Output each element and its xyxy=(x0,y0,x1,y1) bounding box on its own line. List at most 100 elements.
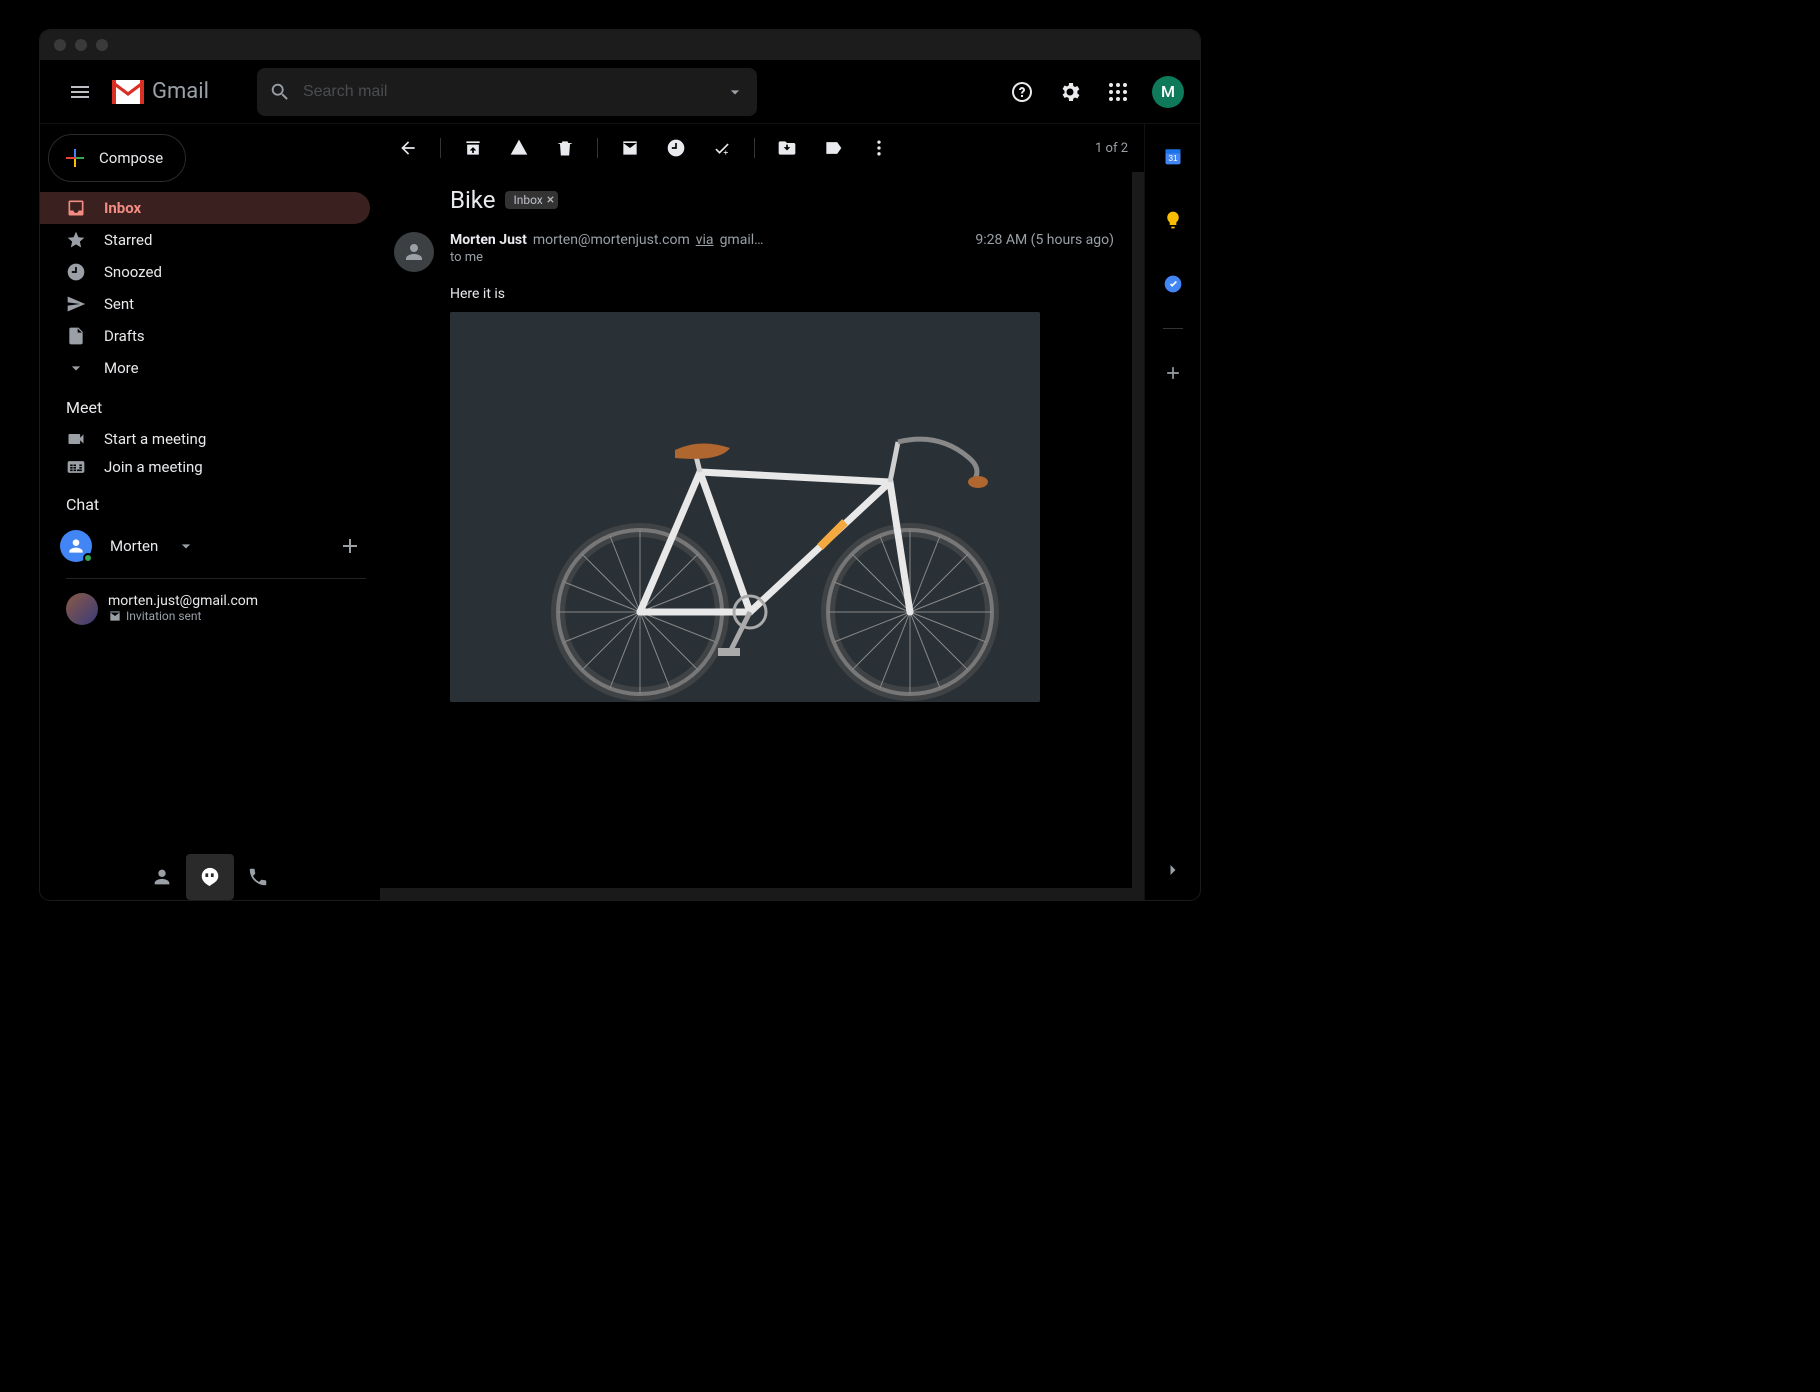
sidebar-item-label: Starred xyxy=(104,231,152,249)
via-domain: gmail… xyxy=(720,232,764,248)
gear-icon xyxy=(1058,80,1082,104)
more-button[interactable] xyxy=(859,128,899,168)
sidebar-item-inbox[interactable]: Inbox xyxy=(40,192,370,224)
header: Gmail M xyxy=(40,60,1200,124)
apps-button[interactable] xyxy=(1098,72,1138,112)
chat-contact[interactable]: Morten xyxy=(40,522,380,570)
attached-image[interactable] xyxy=(450,312,1040,702)
to-line[interactable]: to me xyxy=(450,250,1144,265)
contact-avatar xyxy=(60,530,92,562)
inbox-icon xyxy=(66,198,86,218)
sidebar-item-starred[interactable]: Starred xyxy=(40,224,370,256)
window-close-dot[interactable] xyxy=(54,39,66,51)
search-icon xyxy=(269,81,291,103)
contacts-tab[interactable] xyxy=(138,854,186,900)
remove-label-button[interactable]: × xyxy=(547,193,554,207)
calendar-icon: 31 xyxy=(1163,146,1183,166)
via-text[interactable]: via xyxy=(696,232,714,248)
videocam-icon xyxy=(66,429,86,449)
window-minimize-dot[interactable] xyxy=(75,39,87,51)
person-icon xyxy=(66,536,86,556)
labels-button[interactable] xyxy=(813,128,853,168)
tasks-addon[interactable] xyxy=(1153,264,1193,304)
clock-icon xyxy=(666,138,686,158)
sidebar-item-label: Snoozed xyxy=(104,263,162,281)
toolbar: 1 of 2 xyxy=(380,124,1144,172)
add-task-button[interactable] xyxy=(702,128,742,168)
sidebar-item-snoozed[interactable]: Snoozed xyxy=(40,256,370,288)
content: 1 of 2 Bike Inbox × xyxy=(380,124,1144,900)
svg-text:31: 31 xyxy=(1168,153,1178,163)
snooze-button[interactable] xyxy=(656,128,696,168)
search-input[interactable] xyxy=(303,83,713,101)
apps-grid-icon xyxy=(1106,80,1130,104)
delete-button[interactable] xyxy=(545,128,585,168)
get-addons-button[interactable] xyxy=(1153,353,1193,393)
plus-icon xyxy=(1163,363,1183,383)
calendar-addon[interactable]: 31 xyxy=(1153,136,1193,176)
calls-tab[interactable] xyxy=(234,854,282,900)
new-chat-button[interactable] xyxy=(330,526,370,566)
sender-avatar[interactable] xyxy=(394,232,434,272)
main: 1 of 2 Bike Inbox × xyxy=(380,124,1200,900)
search-dropdown-icon[interactable] xyxy=(725,82,745,102)
chevron-down-icon[interactable] xyxy=(176,536,196,556)
plus-icon xyxy=(338,534,362,558)
thread: Bike Inbox × Morten Just xyxy=(380,172,1144,702)
sidebar-item-drafts[interactable]: Drafts xyxy=(40,320,370,352)
divider xyxy=(66,578,366,579)
main-menu-button[interactable] xyxy=(56,68,104,116)
search-bar[interactable] xyxy=(257,68,757,116)
vertical-scrollbar[interactable] xyxy=(1132,172,1144,900)
side-panel: 31 xyxy=(1144,124,1200,900)
sidebar: Compose Inbox Starred Snoozed Sent xyxy=(40,124,380,900)
archive-button[interactable] xyxy=(453,128,493,168)
help-icon xyxy=(1010,80,1034,104)
back-button[interactable] xyxy=(388,128,428,168)
hangout-item[interactable]: morten.just@gmail.com Invitation sent xyxy=(40,587,380,625)
hangout-email: morten.just@gmail.com xyxy=(108,593,258,609)
message-body: Here it is xyxy=(450,272,1144,312)
sidebar-item-more[interactable]: More xyxy=(40,352,370,384)
meet-item-label: Start a meeting xyxy=(104,430,206,448)
chevron-right-icon xyxy=(1163,860,1183,880)
keep-addon[interactable] xyxy=(1153,200,1193,240)
start-meeting-button[interactable]: Start a meeting xyxy=(40,425,380,453)
meet-item-label: Join a meeting xyxy=(104,458,203,476)
phone-icon xyxy=(247,866,269,888)
spam-button[interactable] xyxy=(499,128,539,168)
drafts-icon xyxy=(66,326,86,346)
horizontal-scrollbar[interactable] xyxy=(380,888,1144,900)
move-to-button[interactable] xyxy=(767,128,807,168)
compose-label: Compose xyxy=(99,149,163,167)
arrow-back-icon xyxy=(398,138,418,158)
account-avatar[interactable]: M xyxy=(1152,76,1184,108)
titlebar xyxy=(40,30,1200,60)
sidebar-item-label: Drafts xyxy=(104,327,145,345)
report-spam-icon xyxy=(509,138,529,158)
window-zoom-dot[interactable] xyxy=(96,39,108,51)
hangouts-tab[interactable] xyxy=(186,854,234,900)
sidebar-item-sent[interactable]: Sent xyxy=(40,288,370,320)
keep-icon xyxy=(1163,210,1183,230)
sender-email: morten@mortenjust.com xyxy=(533,232,690,248)
mark-unread-button[interactable] xyxy=(610,128,650,168)
meet-section-title: Meet xyxy=(40,384,380,425)
settings-button[interactable] xyxy=(1050,72,1090,112)
sidebar-item-label: More xyxy=(104,359,139,377)
subject: Bike xyxy=(450,186,495,214)
compose-plus-icon xyxy=(63,146,87,170)
support-button[interactable] xyxy=(1002,72,1042,112)
gmail-icon xyxy=(112,80,144,104)
contact-name: Morten xyxy=(110,537,158,555)
join-meeting-button[interactable]: Join a meeting xyxy=(40,453,380,481)
compose-button[interactable]: Compose xyxy=(48,134,186,182)
trash-icon xyxy=(555,138,575,158)
gmail-logo[interactable]: Gmail xyxy=(112,79,209,104)
collapse-panel-button[interactable] xyxy=(1153,850,1193,890)
archive-icon xyxy=(463,138,483,158)
sidebar-item-label: Sent xyxy=(104,295,134,313)
label-chip[interactable]: Inbox × xyxy=(505,191,558,209)
more-vert-icon xyxy=(869,138,889,158)
hangouts-icon xyxy=(199,866,221,888)
